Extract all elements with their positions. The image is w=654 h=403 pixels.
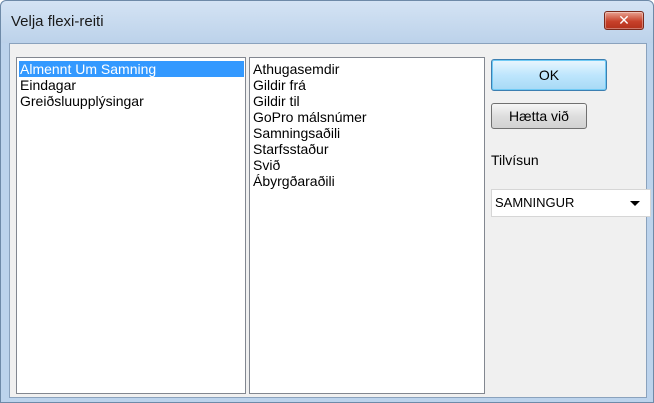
cancel-button[interactable]: Hætta við [491,103,587,129]
list-item[interactable]: Greiðsluupplýsingar [17,93,245,109]
field-listbox[interactable]: Athugasemdir Gildir frá Gildir til GoPro… [249,57,485,394]
list-item[interactable]: Samningsaðili [250,125,484,141]
list-item[interactable]: Gildir til [250,93,484,109]
list-item[interactable]: Ábyrgðaraðili [250,173,484,189]
close-icon: ✕ [618,12,630,28]
title-bar[interactable]: Velja flexi-reiti ✕ [1,1,653,43]
dialog-client-area: Almennt Um Samning Eindagar Greiðsluuppl… [9,43,651,398]
list-item[interactable]: Eindagar [17,77,245,93]
list-item[interactable]: Svið [250,157,484,173]
window-title: Velja flexi-reiti [11,13,104,30]
tilvisun-label: Tilvísun [491,152,539,168]
ok-button[interactable]: OK [491,59,607,91]
list-item[interactable]: Starfsstaður [250,141,484,157]
list-item[interactable]: Gildir frá [250,77,484,93]
list-item[interactable]: GoPro málsnúmer [250,109,484,125]
tilvisun-selected-value: SAMNINGUR [495,195,575,210]
chevron-down-icon[interactable] [630,201,640,206]
dialog-window: Velja flexi-reiti ✕ Almennt Um Samning E… [0,0,654,403]
tilvisun-dropdown[interactable]: SAMNINGUR [491,189,651,217]
list-item[interactable]: Almennt Um Samning [19,61,244,77]
close-button[interactable]: ✕ [604,11,644,30]
list-item[interactable]: Athugasemdir [250,61,484,77]
category-listbox[interactable]: Almennt Um Samning Eindagar Greiðsluuppl… [16,57,246,394]
